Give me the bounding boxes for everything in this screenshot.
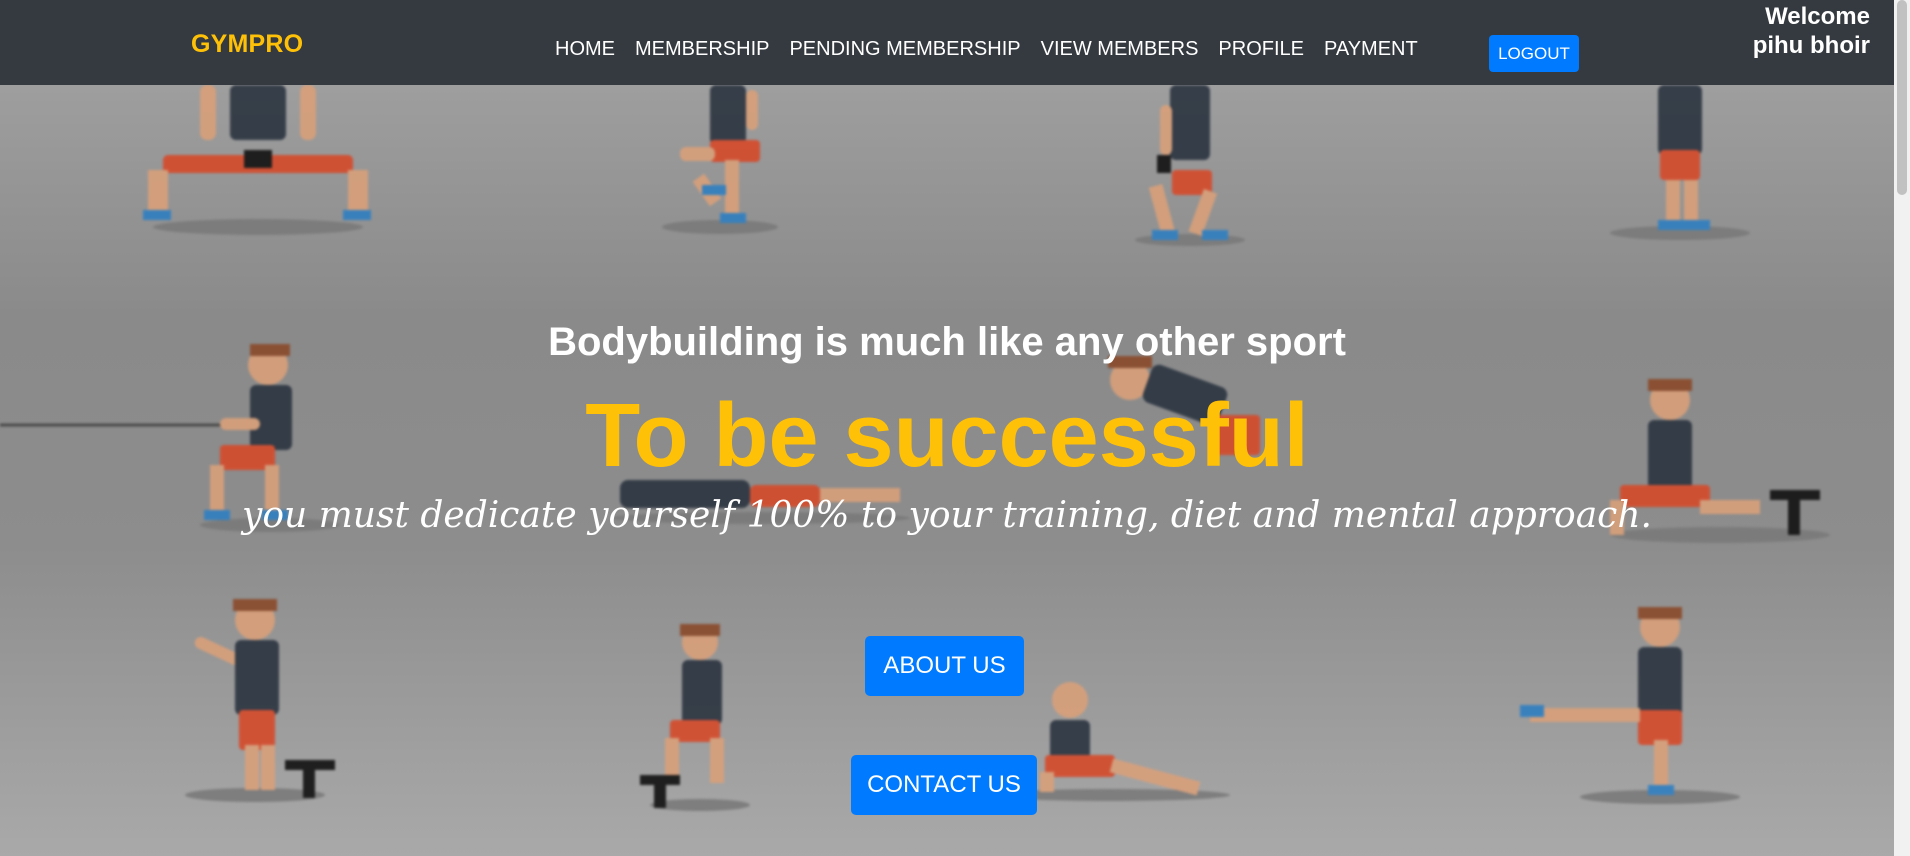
nav-links: HOME MEMBERSHIP PENDING MEMBERSHIP VIEW …: [555, 38, 1418, 61]
scrollbar-thumb[interactable]: [1897, 0, 1907, 195]
contact-us-button[interactable]: CONTACT US: [851, 755, 1037, 815]
navbar: GYMPRO HOME MEMBERSHIP PENDING MEMBERSHI…: [0, 0, 1894, 85]
hero-subtext: you must dedicate yourself 100% to your …: [242, 495, 1652, 536]
about-us-button[interactable]: ABOUT US: [865, 636, 1024, 696]
nav-link-profile[interactable]: PROFILE: [1218, 38, 1304, 61]
welcome-message: Welcome pihu bhoir: [1753, 2, 1870, 60]
nav-link-home[interactable]: HOME: [555, 38, 615, 61]
page: GYMPRO HOME MEMBERSHIP PENDING MEMBERSHI…: [0, 0, 1910, 856]
nav-link-payment[interactable]: PAYMENT: [1324, 38, 1418, 61]
hero-section: Bodybuilding is much like any other spor…: [0, 85, 1894, 856]
nav-link-pending-membership[interactable]: PENDING MEMBERSHIP: [789, 38, 1020, 61]
nav-link-membership[interactable]: MEMBERSHIP: [635, 38, 769, 61]
logout-button[interactable]: LOGOUT: [1489, 35, 1579, 72]
hero-headline: To be successful: [585, 386, 1309, 486]
brand-logo[interactable]: GYMPRO: [191, 30, 303, 59]
nav-link-view-members[interactable]: VIEW MEMBERS: [1041, 38, 1199, 61]
hero-tagline: Bodybuilding is much like any other spor…: [548, 320, 1346, 364]
exercise-figure: [143, 85, 371, 235]
page-scrollbar[interactable]: [1894, 0, 1910, 856]
user-name: pihu bhoir: [1752, 32, 1870, 59]
welcome-label: Welcome: [1765, 3, 1870, 30]
